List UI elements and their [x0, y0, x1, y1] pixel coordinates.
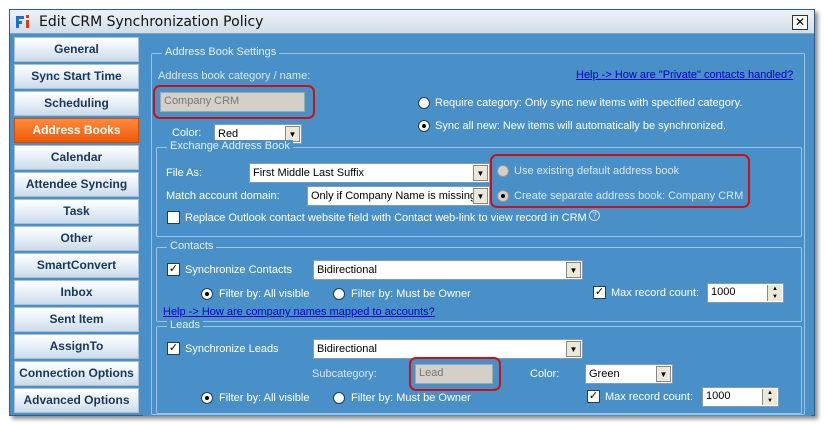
- sidebar-item-advanced-options[interactable]: Advanced Options: [14, 388, 139, 413]
- contacts-filter-all-radio[interactable]: [201, 288, 213, 300]
- close-button[interactable]: ✕: [792, 15, 808, 30]
- match-domain-value: Only if Company Name is missing: [311, 190, 477, 202]
- contacts-filter-owner-label: Filter by: Must be Owner: [351, 288, 471, 300]
- sidebar-item-address-books[interactable]: Address Books: [14, 118, 139, 143]
- sidebar-item-calendar[interactable]: Calendar: [14, 145, 139, 170]
- leads-color-select[interactable]: Green ▼: [585, 364, 673, 384]
- leads-max-count-value: 1000: [706, 390, 731, 402]
- sidebar-item-sync-start-time[interactable]: Sync Start Time: [14, 64, 139, 89]
- match-domain-label: Match account domain:: [166, 190, 280, 202]
- require-category-radio[interactable]: [418, 97, 430, 109]
- company-mapping-help-link[interactable]: Help -> How are company names mapped to …: [163, 306, 435, 318]
- group-title: Address Book Settings: [162, 46, 280, 58]
- chevron-down-icon[interactable]: ▼: [473, 165, 488, 181]
- content-panel: Address Book Settings Address book categ…: [143, 36, 811, 416]
- category-label: Address book category / name:: [158, 70, 311, 82]
- leads-max-count-checkbox[interactable]: ✓: [587, 390, 600, 403]
- highlight-ring: [153, 85, 315, 119]
- sidebar-item-other[interactable]: Other: [14, 226, 139, 251]
- window-title: Edit CRM Synchronization Policy: [39, 14, 264, 30]
- sync-contacts-checkbox[interactable]: ✓: [167, 263, 180, 276]
- spin-arrows-icon[interactable]: ▲ ▼: [762, 389, 777, 405]
- leads-filter-owner-label: Filter by: Must be Owner: [351, 392, 471, 404]
- file-as-value: First Middle Last Suffix: [253, 167, 365, 179]
- leads-color-label: Color:: [530, 368, 560, 380]
- replace-website-field-label: Replace Outlook contact website field wi…: [185, 212, 587, 224]
- require-category-label: Require category: Only sync new items wi…: [435, 97, 743, 109]
- sidebar: General Sync Start Time Scheduling Addre…: [14, 37, 139, 415]
- exchange-address-book-group: Exchange Address Book File As: First Mid…: [156, 140, 802, 237]
- leads-direction-value: Bidirectional: [317, 343, 377, 355]
- match-domain-select[interactable]: Only if Company Name is missing ▼: [307, 186, 490, 206]
- private-contacts-help-link[interactable]: Help -> How are "Private" contacts handl…: [576, 69, 793, 81]
- leads-max-count-label: Max record count:: [605, 391, 694, 403]
- address-book-settings-group: Address Book Settings Address book categ…: [151, 46, 805, 415]
- spin-down-icon[interactable]: ▼: [772, 294, 778, 300]
- contacts-max-count-input[interactable]: 1000 ▲ ▼: [707, 283, 784, 303]
- contacts-max-count-value: 1000: [711, 286, 736, 298]
- sidebar-item-attendee-syncing[interactable]: Attendee Syncing: [14, 172, 139, 197]
- sidebar-item-general[interactable]: General: [14, 37, 139, 62]
- sidebar-item-sent-item[interactable]: Sent Item: [14, 307, 139, 332]
- fi-logo-icon: [16, 15, 29, 28]
- color-label: Color:: [172, 127, 202, 139]
- dialog-window: Edit CRM Synchronization Policy ✕ Genera…: [9, 9, 815, 416]
- file-as-label: File As:: [166, 167, 203, 179]
- contacts-direction-value: Bidirectional: [317, 264, 377, 276]
- spin-up-icon[interactable]: ▲: [772, 286, 778, 292]
- leads-direction-select[interactable]: Bidirectional ▼: [313, 339, 583, 359]
- chevron-down-icon[interactable]: ▼: [473, 188, 488, 204]
- contacts-filter-all-label: Filter by: All visible: [219, 288, 310, 300]
- sync-leads-label: Synchronize Leads: [185, 343, 279, 355]
- leads-group: Leads ✓ Synchronize Leads Bidirectional …: [156, 319, 802, 414]
- contacts-group: Contacts ✓ Synchronize Contacts Bidirect…: [156, 240, 802, 322]
- spin-arrows-icon[interactable]: ▲ ▼: [767, 285, 782, 301]
- help-icon[interactable]: ?: [589, 210, 600, 221]
- sidebar-item-connection-options[interactable]: Connection Options: [14, 361, 139, 386]
- replace-website-field-checkbox[interactable]: [167, 211, 180, 224]
- category-color-value: Red: [218, 128, 239, 140]
- contacts-max-count-label: Max record count:: [611, 287, 700, 299]
- contacts-max-count-checkbox[interactable]: ✓: [593, 286, 606, 299]
- group-title: Leads: [167, 319, 203, 331]
- spin-up-icon[interactable]: ▲: [767, 390, 773, 396]
- file-as-select[interactable]: First Middle Last Suffix ▼: [249, 163, 490, 183]
- leads-max-count-input[interactable]: 1000 ▲ ▼: [702, 387, 779, 407]
- chevron-down-icon[interactable]: ▼: [656, 366, 671, 382]
- highlight-ring: [490, 154, 750, 208]
- sidebar-item-scheduling[interactable]: Scheduling: [14, 91, 139, 116]
- title-bar[interactable]: Edit CRM Synchronization Policy ✕: [10, 10, 814, 34]
- contacts-direction-select[interactable]: Bidirectional ▼: [313, 260, 583, 280]
- sidebar-item-assignto[interactable]: AssignTo: [14, 334, 139, 359]
- sync-contacts-label: Synchronize Contacts: [185, 264, 292, 276]
- leads-filter-owner-radio[interactable]: [333, 392, 345, 404]
- group-title: Contacts: [167, 240, 217, 252]
- sidebar-item-task[interactable]: Task: [14, 199, 139, 224]
- group-title: Exchange Address Book: [167, 140, 293, 152]
- spin-down-icon[interactable]: ▼: [767, 398, 773, 404]
- contacts-filter-owner-radio[interactable]: [333, 288, 345, 300]
- leads-filter-all-radio[interactable]: [201, 392, 213, 404]
- chevron-down-icon[interactable]: ▼: [566, 341, 581, 357]
- highlight-ring: [409, 357, 501, 391]
- sync-leads-checkbox[interactable]: ✓: [167, 342, 180, 355]
- sidebar-item-smartconvert[interactable]: SmartConvert: [14, 253, 139, 278]
- leads-filter-all-label: Filter by: All visible: [219, 392, 310, 404]
- leads-color-value: Green: [589, 368, 620, 380]
- subcategory-label: Subcategory:: [312, 368, 377, 380]
- sync-all-new-label: Sync all new: New items will automatical…: [435, 120, 727, 132]
- chevron-down-icon[interactable]: ▼: [566, 262, 581, 278]
- sidebar-item-inbox[interactable]: Inbox: [14, 280, 139, 305]
- sync-all-new-radio[interactable]: [418, 120, 430, 132]
